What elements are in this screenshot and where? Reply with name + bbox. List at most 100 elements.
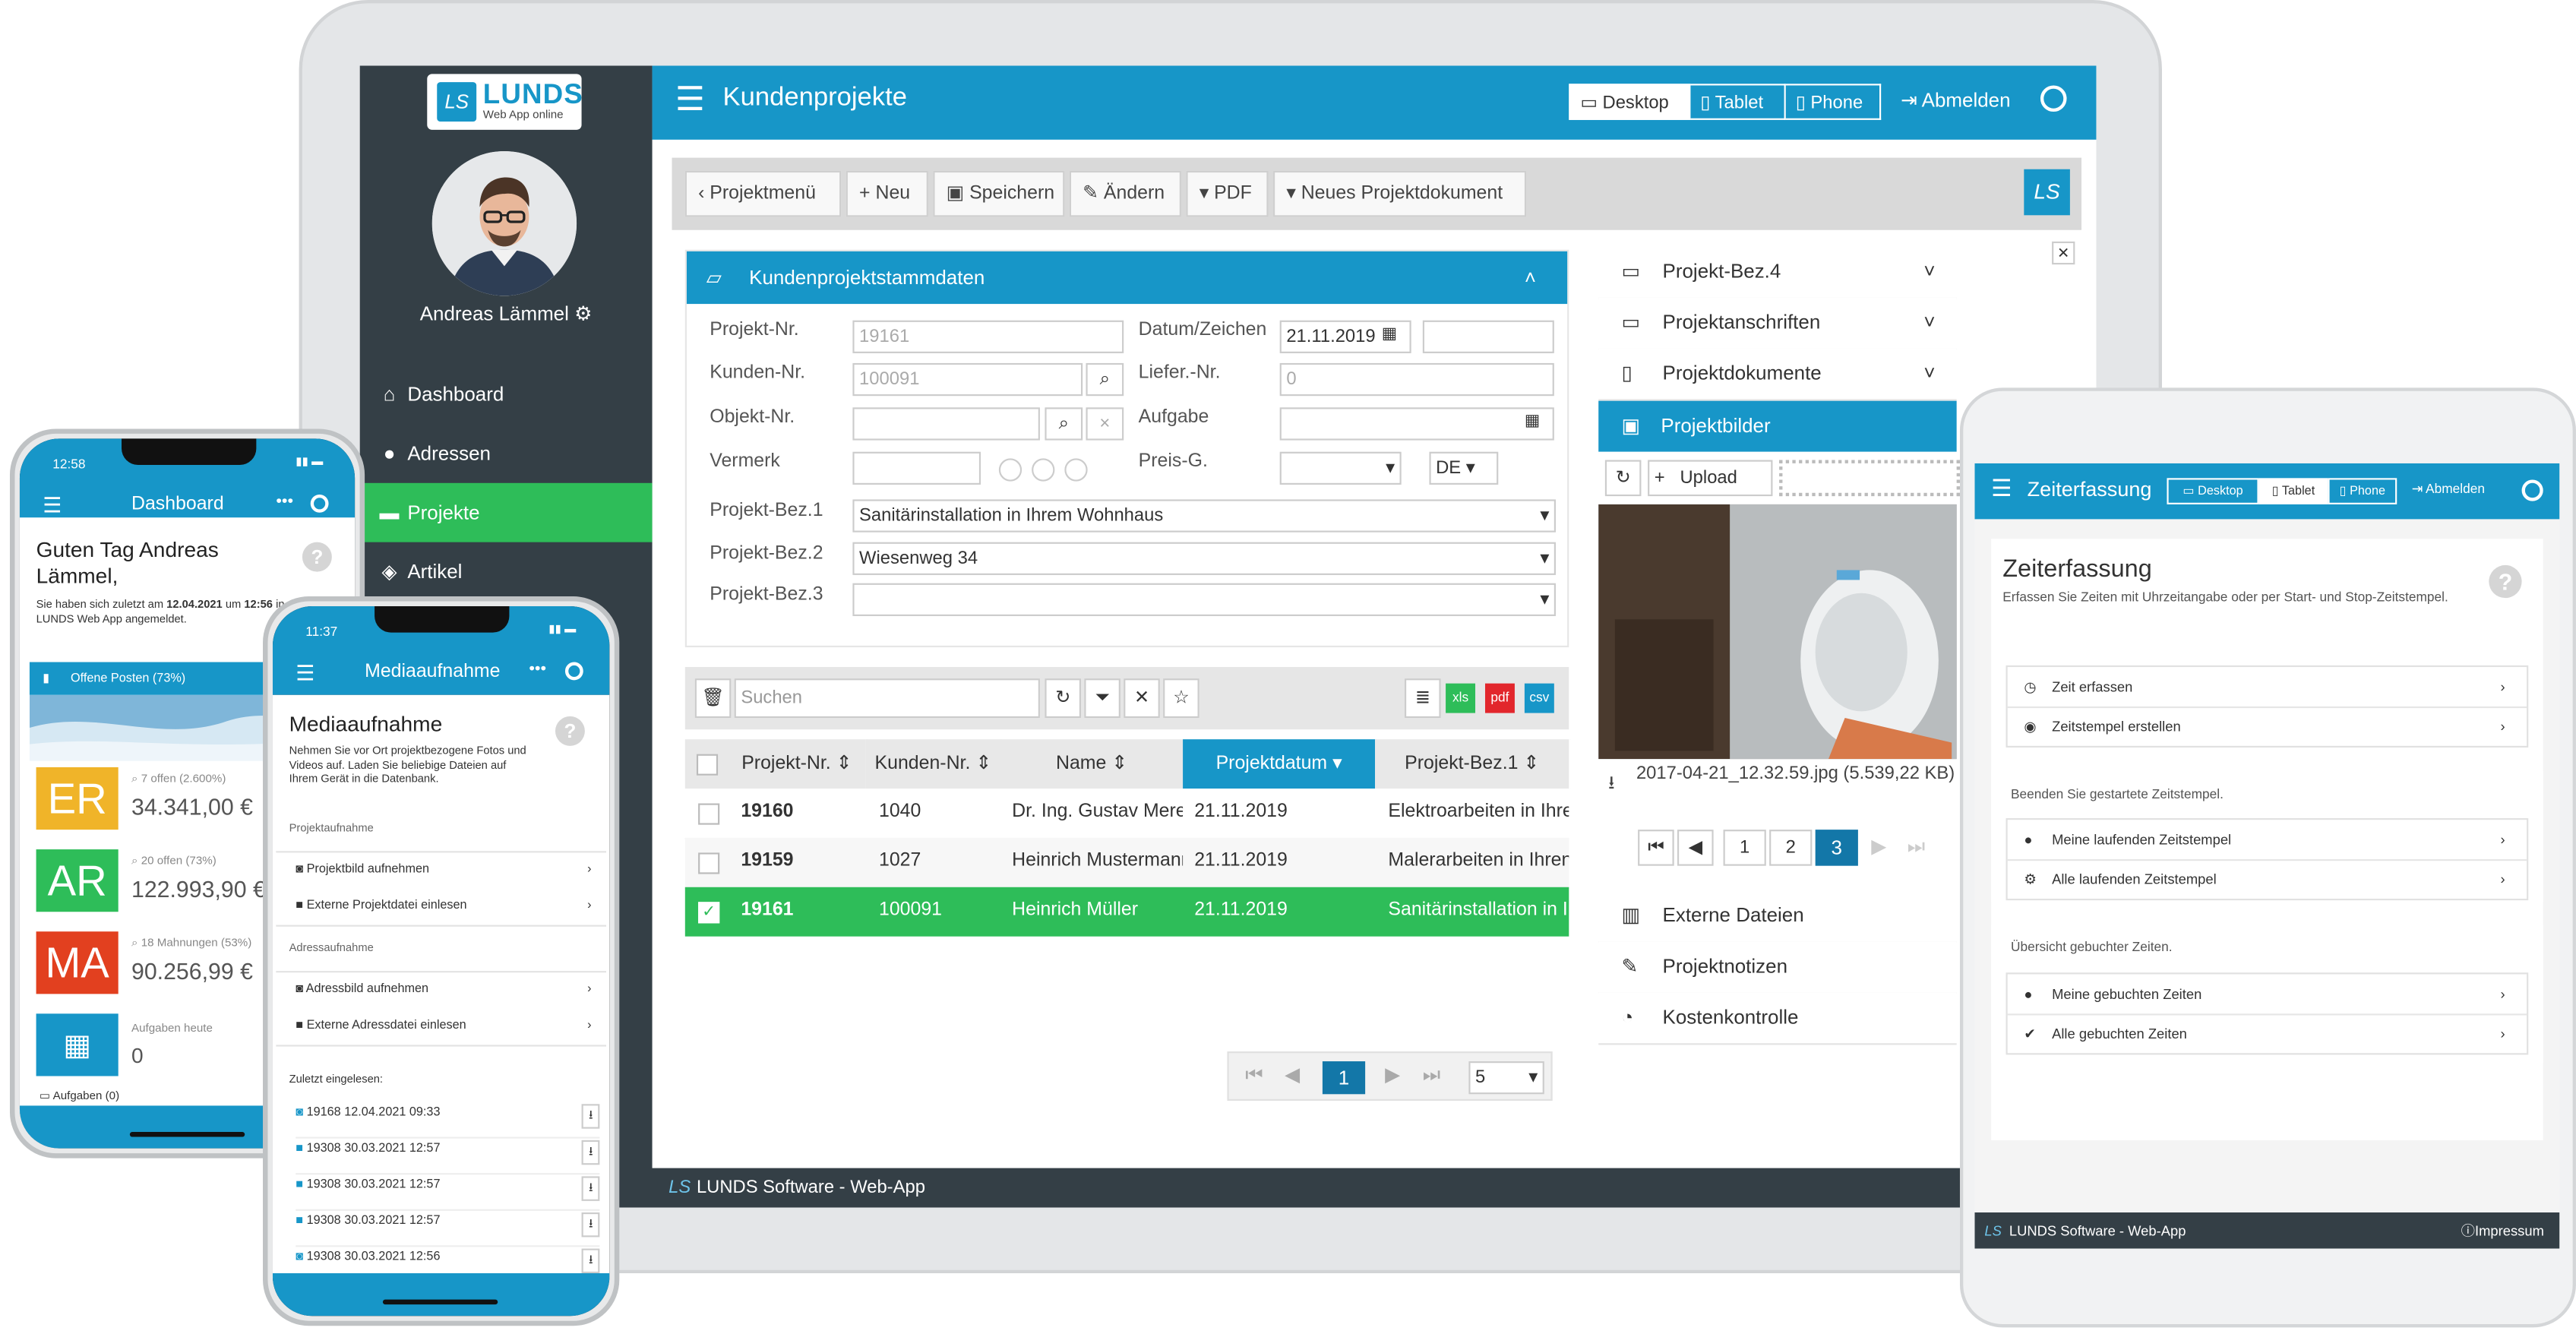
export-csv-button[interactable]: csv xyxy=(1524,683,1554,713)
search-icon[interactable]: ⌕ xyxy=(1086,362,1124,397)
preis-select[interactable]: ▾ xyxy=(1279,451,1402,485)
bez1-select[interactable]: Sanitärinstallation in Ihrem Wohnhaus ▾ xyxy=(852,499,1556,533)
refresh-icon[interactable]: ↻ xyxy=(1604,460,1642,497)
last-page-icon[interactable]: ⏭ xyxy=(1423,1063,1440,1087)
page-button-current[interactable]: 3 xyxy=(1815,830,1858,866)
col-projektdatum[interactable]: Projektdatum ▾ xyxy=(1183,739,1377,789)
view-desktop-button[interactable]: ▭ Desktop xyxy=(1569,84,1691,120)
tasks-folder[interactable]: ▭ Aufgaben (0) xyxy=(40,1089,119,1102)
language-select[interactable]: DE ▾ xyxy=(1429,451,1499,485)
list-item-alle-gebuchten[interactable]: ✔ Alle gebuchten Zeiten › xyxy=(2008,1013,2527,1053)
last-page-icon[interactable]: ⏭ xyxy=(1908,835,1925,859)
calendar-icon[interactable]: ▦ xyxy=(1382,325,1397,343)
list-item-zeit-erfassen[interactable]: ◷ Zeit erfassen › xyxy=(2007,667,2527,709)
col-kunden-nr[interactable]: Kunden-Nr. ⇕ xyxy=(865,739,1003,789)
accordion-kostenkontrolle[interactable]: ◔ Kostenkontrolle xyxy=(1598,992,1957,1045)
select-all-checkbox-cell[interactable] xyxy=(684,739,730,789)
sidebar-item-dashboard[interactable]: ⌂ Dashboard xyxy=(360,365,653,424)
calendar-icon[interactable]: ▦ xyxy=(1525,413,1540,431)
gear-icon[interactable]: ⚙ xyxy=(574,302,592,325)
accordion-projektanschriften[interactable]: ▭ Projektanschriften ˅ xyxy=(1598,297,1957,350)
sidebar-item-projekte[interactable]: ▬ Projekte xyxy=(359,482,653,542)
radio-option[interactable] xyxy=(998,458,1022,482)
clear-filter-icon[interactable]: ✕ xyxy=(1124,678,1160,719)
radio-option[interactable] xyxy=(1064,458,1088,482)
list-item-meine-gebuchten[interactable]: ● Meine gebuchten Zeiten › xyxy=(2007,974,2527,1016)
view-tablet-button[interactable]: ▯ Tablet xyxy=(2258,478,2328,504)
hamburger-menu-icon[interactable]: ☰ xyxy=(1991,475,2012,503)
search-input[interactable]: Suchen xyxy=(734,678,1040,719)
next-page-icon[interactable]: ▶ xyxy=(1871,835,1886,858)
page-size-select[interactable]: 5 ▾ xyxy=(1468,1061,1544,1095)
more-icon[interactable]: ••• xyxy=(276,493,293,511)
more-icon[interactable]: ••• xyxy=(529,660,546,678)
new-document-button[interactable]: ▾ Neues Projektdokument xyxy=(1273,170,1527,217)
bez2-select[interactable]: Wiesenweg 34 ▾ xyxy=(852,542,1556,575)
col-projekt-nr[interactable]: Projekt-Nr. ⇕ xyxy=(728,739,868,789)
clock-icon[interactable] xyxy=(564,662,583,681)
help-icon[interactable]: ? xyxy=(302,542,332,572)
list-item-alle-laufenden[interactable]: ⚙ Alle laufenden Zeitstempel › xyxy=(2008,859,2527,899)
prev-page-icon[interactable]: ◀ xyxy=(1677,830,1714,866)
zeichen-field[interactable] xyxy=(1422,320,1554,353)
help-icon[interactable]: ? xyxy=(555,716,585,746)
objekt-nr-field[interactable] xyxy=(852,407,1040,441)
row-checkbox-checked[interactable]: ✓ xyxy=(698,902,720,924)
project-photo[interactable] xyxy=(1598,504,1957,760)
projektmenu-button[interactable]: ‹ Projektmenü xyxy=(684,170,842,217)
sidebar-item-adressen[interactable]: ● Adressen xyxy=(360,424,653,483)
close-icon[interactable]: ✕ xyxy=(2052,241,2075,265)
search-icon[interactable]: ⌕ xyxy=(1045,407,1083,441)
avatar[interactable] xyxy=(431,150,577,296)
star-icon[interactable]: ☆ xyxy=(1163,678,1199,719)
clock-icon[interactable] xyxy=(2040,85,2067,112)
accordion-projektbilder[interactable]: ▣ Projektbilder xyxy=(1598,400,1957,452)
projekt-nr-field[interactable]: 19161 xyxy=(852,320,1124,353)
table-row[interactable]: 19160 1040 Dr. Ing. Gustav Mere 21.11.20… xyxy=(684,789,1569,840)
page-button[interactable]: 2 xyxy=(1769,830,1813,866)
save-button[interactable]: ▣ Speichern xyxy=(933,170,1065,217)
sidebar-item-artikel[interactable]: ◈ Artikel xyxy=(360,542,653,602)
new-button[interactable]: + Neu xyxy=(845,170,928,217)
list-item[interactable]: ■ 19308 30.03.2021 12:57 ⭳ xyxy=(296,1176,600,1211)
page-button-current[interactable]: 1 xyxy=(1322,1061,1366,1095)
refresh-icon[interactable]: ↻ xyxy=(1045,678,1081,719)
page-button[interactable]: 1 xyxy=(1723,830,1766,866)
view-phone-button[interactable]: ▯ Phone xyxy=(1785,84,1882,120)
download-icon[interactable]: ⭳ xyxy=(582,1104,600,1129)
impressum-link[interactable]: ⓘImpressum xyxy=(2461,1212,2544,1249)
accordion-externe-dateien[interactable]: ▥ Externe Dateien xyxy=(1598,890,1957,944)
accordion-projektdokumente[interactable]: ▯ Projektdokumente ˅ xyxy=(1598,348,1957,401)
download-icon[interactable]: ⭳ xyxy=(582,1212,600,1238)
download-icon[interactable]: ⭳ xyxy=(582,1176,600,1201)
list-item-meine-laufenden[interactable]: ● Meine laufenden Zeitstempel › xyxy=(2007,820,2527,861)
row-checkbox[interactable] xyxy=(698,803,720,825)
list-item-projektdatei[interactable]: ■ Externe Projektdatei einlesen › xyxy=(296,897,591,912)
edit-button[interactable]: ✎ Ändern xyxy=(1069,170,1181,217)
list-item-adressbild[interactable]: ◙ Adressbild aufnehmen › xyxy=(296,981,591,995)
accordion-projektnotizen[interactable]: ✎ Projektnotizen xyxy=(1598,941,1957,994)
col-name[interactable]: Name ⇕ xyxy=(1000,739,1185,789)
download-icon[interactable]: ⭳ xyxy=(582,1140,600,1165)
download-icon[interactable]: ⭳ xyxy=(1608,769,1614,800)
form-panel-header[interactable]: ▱ Kundenprojektstammdaten ˄ xyxy=(686,251,1568,305)
hamburger-menu-icon[interactable]: ☰ xyxy=(675,84,705,116)
list-item-zeitstempel-erstellen[interactable]: ◉ Zeitstempel erstellen › xyxy=(2008,707,2527,746)
next-page-icon[interactable]: ▶ xyxy=(1385,1063,1400,1086)
checkbox[interactable] xyxy=(696,754,719,776)
file-caption[interactable]: ⭳ 2017-04-21_12.32.59.jpg (5.539,22 KB) xyxy=(1598,762,1957,815)
col-bez1[interactable]: Projekt-Bez.1 ⇕ xyxy=(1375,739,1571,789)
vermerk-field[interactable] xyxy=(852,451,981,485)
list-item-adressdatei[interactable]: ■ Externe Adressdatei einlesen › xyxy=(296,1017,591,1032)
clock-icon[interactable] xyxy=(310,494,329,513)
view-tablet-button[interactable]: ▯ Tablet xyxy=(1690,84,1786,120)
export-pdf-button[interactable]: pdf xyxy=(1484,683,1515,713)
clear-icon[interactable]: × xyxy=(1086,407,1124,441)
list-item[interactable]: ■ 19308 30.03.2021 12:57 ⭳ xyxy=(296,1140,600,1175)
view-phone-button[interactable]: ▯ Phone xyxy=(2328,478,2397,504)
liefer-nr-field[interactable]: 0 xyxy=(1279,362,1554,397)
radio-option[interactable] xyxy=(1032,458,1055,482)
first-page-icon[interactable]: ⏮ xyxy=(1245,1063,1263,1087)
prev-page-icon[interactable]: ◀ xyxy=(1285,1063,1300,1086)
logout-button[interactable]: ⇥ Abmelden xyxy=(2412,482,2485,496)
